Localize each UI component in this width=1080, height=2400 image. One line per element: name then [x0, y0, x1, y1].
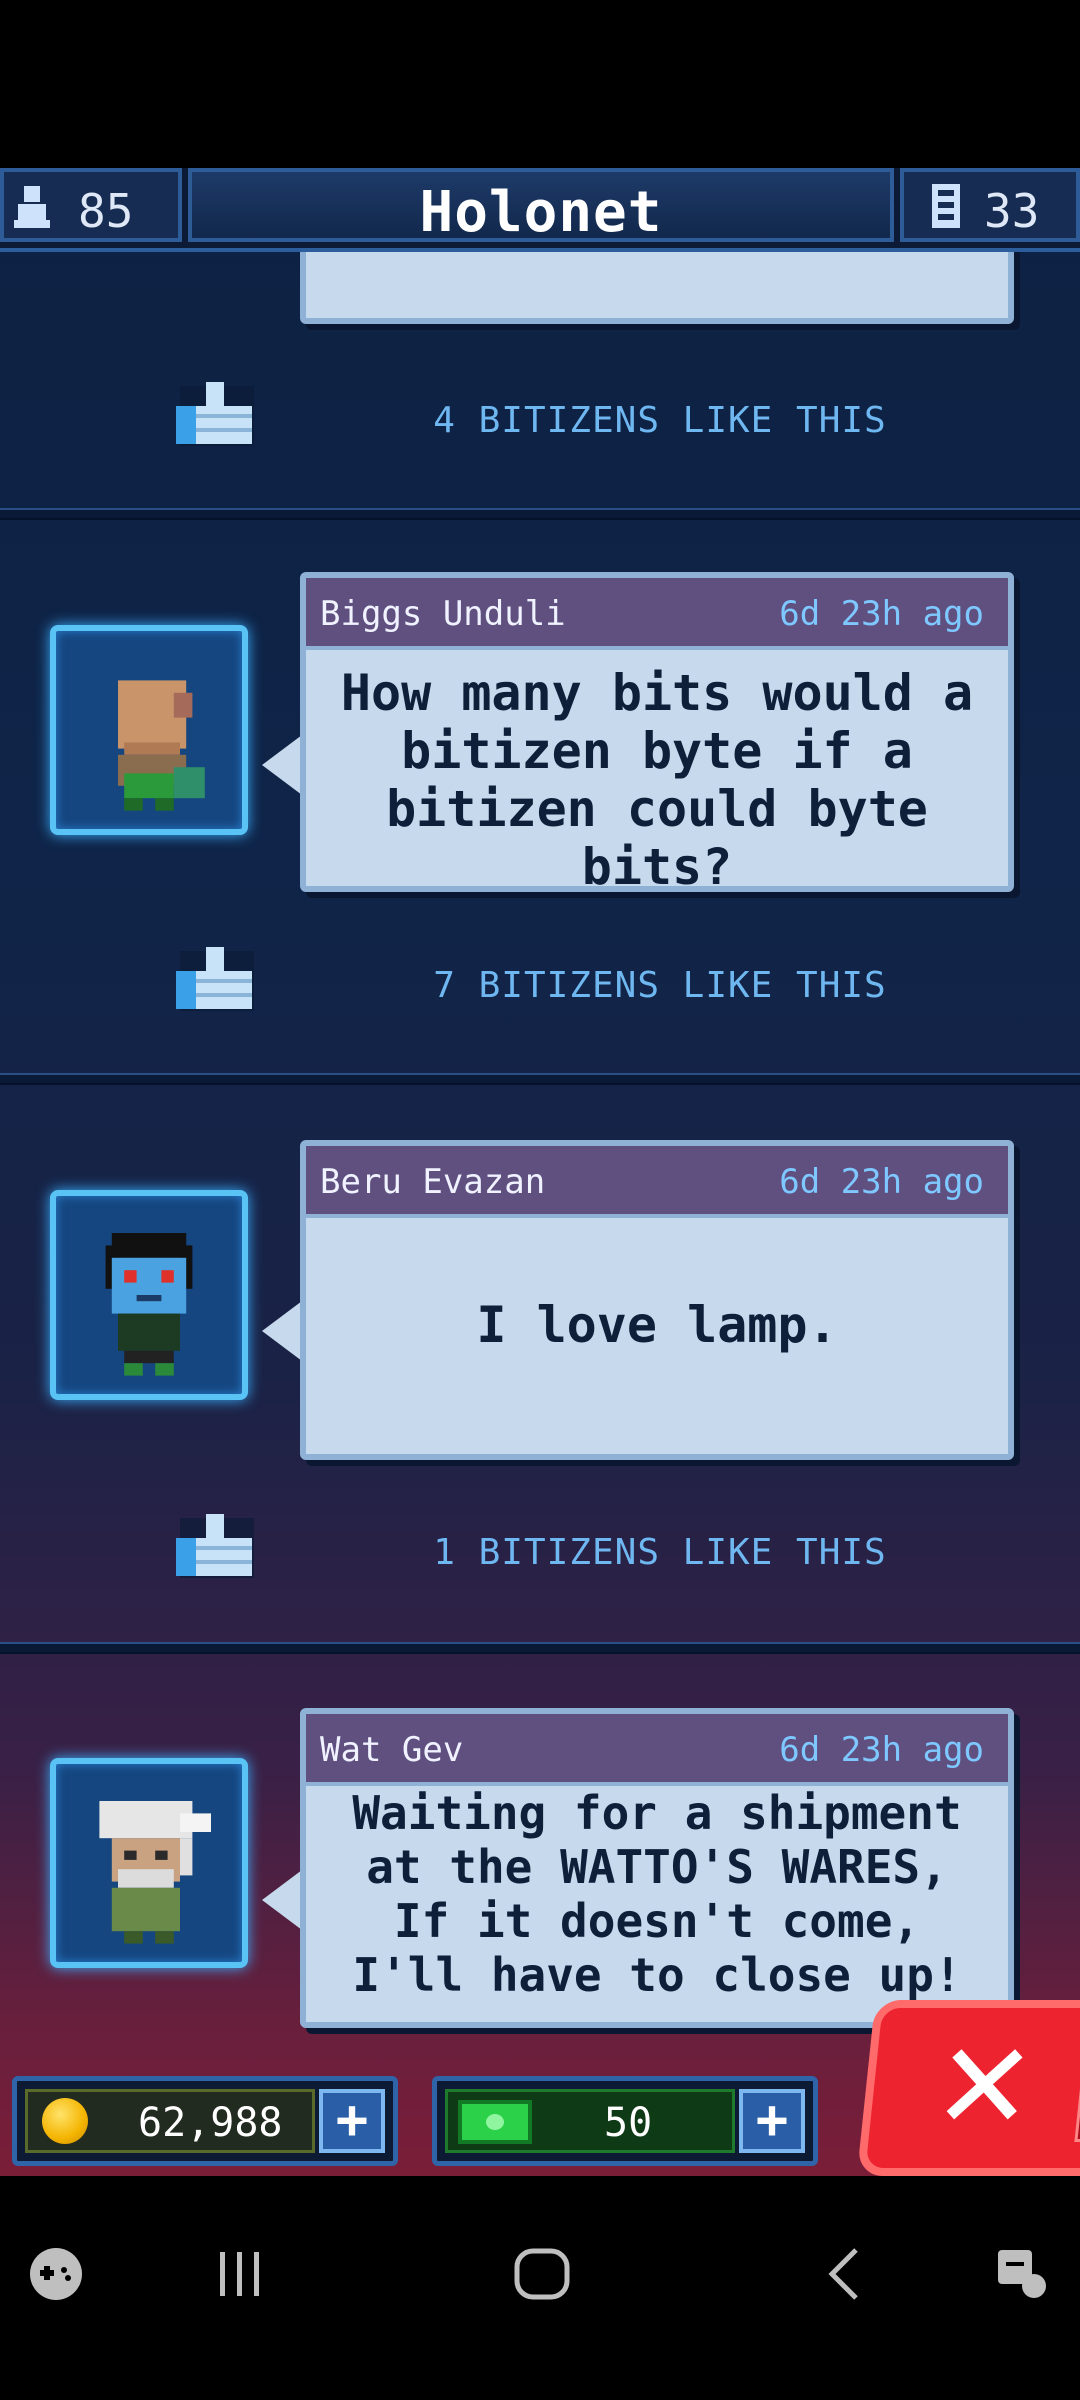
likes-count-1: 7 BITIZENS LIKE THIS — [433, 965, 887, 1006]
close-icon: ✕ — [926, 2018, 1042, 2157]
screen: 4 BITIZENS LIKE THIS Biggs Unduli 6d 23h… — [0, 0, 1080, 2400]
bux-icon — [458, 2100, 532, 2144]
post-time: 6d 23h ago — [779, 1162, 984, 1202]
post-bubble-wat: Wat Gev 6d 23h ago Waiting for a shipmen… — [300, 1708, 1014, 2028]
bux-panel: 50 + — [432, 2076, 818, 2166]
like-button-0[interactable] — [176, 378, 260, 448]
like-button-2[interactable] — [176, 1510, 260, 1580]
post-author[interactable]: Beru Evazan — [320, 1162, 545, 1202]
bubble-pointer — [262, 1870, 302, 1930]
buy-bux-button[interactable]: + — [739, 2089, 805, 2153]
post-divider — [0, 1073, 1080, 1085]
post-bubble-biggs: Biggs Unduli 6d 23h ago How many bits wo… — [300, 572, 1014, 896]
back-icon[interactable] — [818, 2246, 874, 2302]
post-message: I love lamp. — [476, 1296, 838, 1354]
plus-icon: + — [755, 2088, 789, 2151]
post-header: Beru Evazan 6d 23h ago — [306, 1146, 1008, 1218]
close-button[interactable]: ✕ — [856, 2000, 1080, 2176]
like-button-1[interactable] — [176, 943, 260, 1013]
bux-amount: 50 — [604, 2100, 653, 2146]
bitizen-avatar-icon — [99, 1801, 211, 1944]
bux-display: 50 — [445, 2089, 735, 2153]
floors-counter[interactable]: 33 — [900, 168, 1080, 242]
post-avatar-wat[interactable] — [50, 1758, 248, 1968]
likes-count-2: 1 BITIZENS LIKE THIS — [433, 1532, 887, 1573]
post-divider — [0, 1642, 1080, 1654]
population-counter[interactable]: 85 — [0, 168, 182, 242]
bubble-pointer — [262, 735, 302, 795]
page-title: Holonet — [419, 180, 663, 245]
plus-icon: + — [335, 2088, 369, 2151]
status-bar-area — [0, 0, 1080, 168]
bubble-pointer — [262, 1301, 302, 1361]
coins-panel: 62,988 + — [12, 2076, 398, 2166]
post-message: Waiting for a shipment at the WATTO'S WA… — [352, 1786, 962, 2002]
buy-coins-button[interactable]: + — [319, 2089, 385, 2153]
post-avatar-beru[interactable] — [50, 1190, 248, 1400]
post-author[interactable]: Biggs Unduli — [320, 594, 566, 634]
top-bar: 85 Holonet 33 — [0, 168, 1080, 252]
coin-icon — [42, 2098, 88, 2144]
person-icon — [14, 186, 50, 228]
post-time: 6d 23h ago — [779, 1730, 984, 1770]
likes-count-0: 4 BITIZENS LIKE THIS — [433, 400, 887, 441]
coins-display: 62,988 — [25, 2089, 315, 2153]
post-header: Biggs Unduli 6d 23h ago — [306, 578, 1008, 650]
floor-icon — [932, 184, 960, 228]
close-button-edge — [1074, 2048, 1080, 2142]
post-author[interactable]: Wat Gev — [320, 1730, 463, 1770]
title-panel: Holonet — [188, 168, 894, 245]
bitizen-avatar-icon — [105, 1233, 193, 1376]
holonet-feed[interactable]: 4 BITIZENS LIKE THIS Biggs Unduli 6d 23h… — [0, 168, 1080, 2176]
bitizen-avatar-icon — [118, 680, 205, 811]
post-divider — [0, 508, 1080, 520]
post-message: How many bits would a bitizen byte if a … — [340, 664, 974, 896]
system-nav-bar — [0, 2176, 1080, 2400]
post-avatar-biggs[interactable] — [50, 625, 248, 835]
game-launcher-icon[interactable] — [28, 2246, 84, 2302]
floors-count: 33 — [984, 184, 1040, 238]
post-header: Wat Gev 6d 23h ago — [306, 1714, 1008, 1786]
coins-amount: 62,988 — [138, 2100, 283, 2146]
post-time: 6d 23h ago — [779, 594, 984, 634]
population-count: 85 — [78, 184, 134, 238]
assistant-icon[interactable] — [994, 2246, 1050, 2302]
recents-icon[interactable] — [212, 2246, 268, 2302]
home-icon[interactable] — [512, 2246, 572, 2302]
post-bubble-beru: Beru Evazan 6d 23h ago I love lamp. — [300, 1140, 1014, 1460]
